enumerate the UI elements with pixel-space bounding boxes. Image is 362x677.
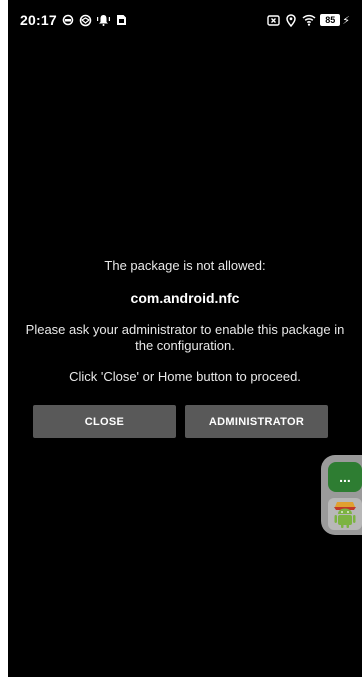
- administrator-button[interactable]: ADMINISTRATOR: [185, 405, 328, 438]
- more-icon[interactable]: ...: [328, 462, 362, 492]
- close-button[interactable]: CLOSE: [33, 405, 176, 438]
- dialog-buttons: CLOSE ADMINISTRATOR: [33, 405, 328, 438]
- location-icon: [284, 13, 298, 27]
- message-header: The package is not allowed:: [104, 258, 266, 273]
- status-bar: 20:17 85 ⚡: [8, 0, 362, 40]
- floating-bubble[interactable]: ...: [321, 455, 362, 535]
- ring-icon: [61, 13, 75, 27]
- blocked-package-message: The package is not allowed: com.android.…: [8, 258, 362, 385]
- status-time: 20:17: [20, 12, 57, 28]
- status-right: 85 ⚡: [266, 13, 350, 27]
- wifi-icon: [302, 13, 316, 27]
- message-proceed: Click 'Close' or Home button to proceed.: [69, 369, 301, 384]
- vibrate-icon: [266, 13, 280, 27]
- charging-icon: ⚡: [342, 14, 350, 27]
- package-name: com.android.nfc: [130, 290, 240, 306]
- message-body: Please ask your administrator to enable …: [25, 322, 345, 353]
- android-icon[interactable]: [328, 498, 362, 530]
- battery-icon: 85: [320, 14, 341, 26]
- sim-icon: [115, 13, 129, 27]
- screen: 20:17 85 ⚡ The package is not allowed: c…: [8, 0, 362, 677]
- status-left: 20:17: [20, 12, 129, 28]
- vpn-icon: [79, 13, 93, 27]
- notification-icon: [97, 13, 111, 27]
